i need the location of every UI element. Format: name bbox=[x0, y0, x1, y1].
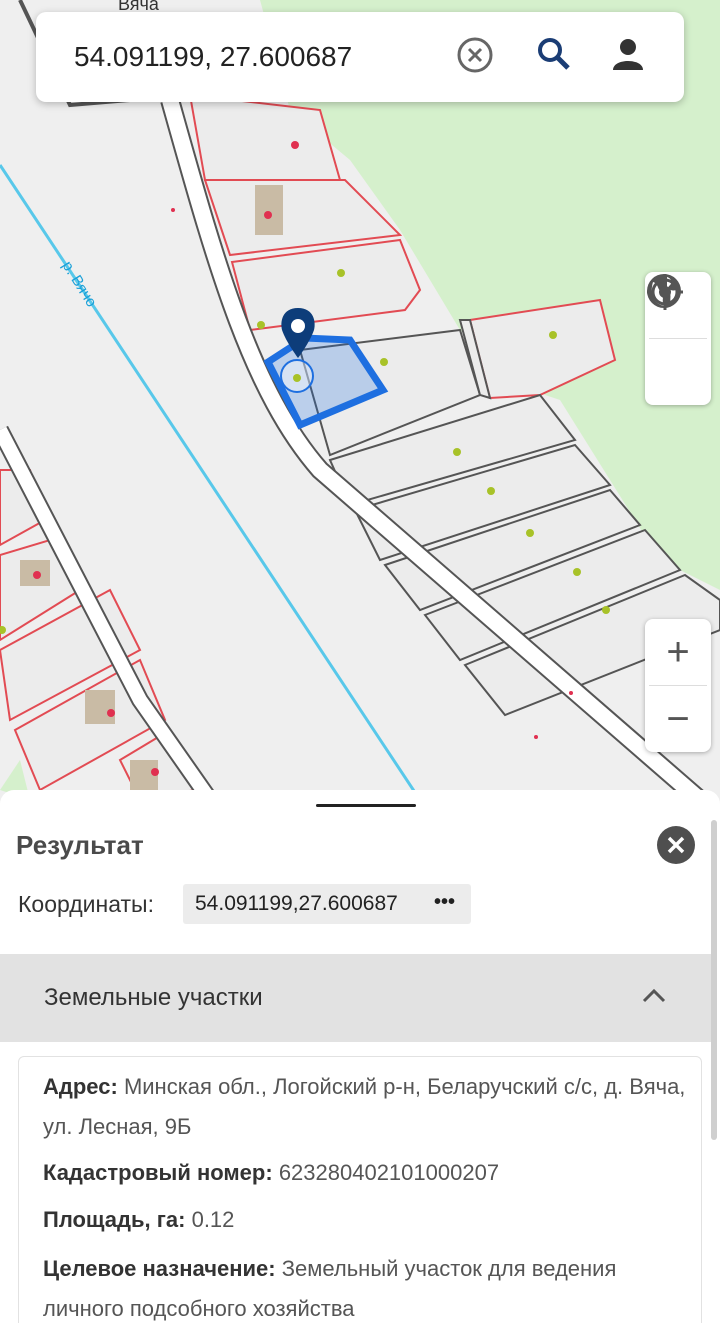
area-label: Площадь, га: bbox=[43, 1207, 186, 1232]
drag-handle[interactable] bbox=[316, 804, 416, 807]
coords-chip[interactable]: 54.091199,27.600687 ••• bbox=[183, 884, 471, 924]
scrollbar[interactable] bbox=[711, 820, 717, 1140]
area-row: Площадь, га: 0.12 bbox=[43, 1200, 693, 1240]
address-label: Адрес: bbox=[43, 1074, 118, 1099]
minus-icon: − bbox=[666, 697, 690, 741]
coords-value: 54.091199,27.600687 bbox=[195, 892, 398, 915]
address-value: Минская обл., Логойский р-н, Беларучский… bbox=[43, 1074, 686, 1139]
zoom-control: + − bbox=[645, 619, 711, 752]
address-row: Адрес: Минская обл., Логойский р-н, Бела… bbox=[43, 1067, 693, 1147]
search-input[interactable] bbox=[74, 12, 454, 102]
user-button[interactable] bbox=[610, 36, 652, 78]
map-view[interactable]: р. Вячо Вяча 54.091199, 27.600687 + − bbox=[0, 0, 720, 800]
search-bar bbox=[36, 12, 684, 102]
search-button[interactable] bbox=[536, 36, 578, 78]
purpose-row: Целевое назначение: Земельный участок дл… bbox=[43, 1249, 693, 1323]
close-result-button[interactable] bbox=[657, 826, 695, 864]
cadastral-row: Кадастровый номер: 623280402101000207 bbox=[43, 1153, 693, 1193]
map-tools-panel bbox=[645, 272, 711, 405]
user-icon bbox=[613, 39, 643, 70]
zoom-in-button[interactable]: + bbox=[645, 619, 711, 685]
plus-icon: + bbox=[666, 630, 690, 674]
close-circle-icon bbox=[457, 37, 493, 73]
area-value: 0.12 bbox=[191, 1207, 235, 1232]
clear-button[interactable] bbox=[456, 36, 498, 78]
zoom-out-button[interactable]: − bbox=[645, 686, 711, 752]
locate-button[interactable] bbox=[645, 274, 711, 405]
crosshair-icon bbox=[647, 274, 683, 310]
purpose-label: Целевое назначение: bbox=[43, 1256, 276, 1281]
result-panel: Результат Координаты: 54.091199,27.60068… bbox=[0, 790, 720, 1323]
chevron-up-icon bbox=[642, 988, 666, 1003]
map-canvas[interactable]: р. Вячо Вяча bbox=[0, 0, 720, 800]
result-title: Результат bbox=[16, 830, 144, 860]
cadastral-value: 623280402101000207 bbox=[278, 1160, 500, 1185]
coords-label: Координаты: bbox=[18, 891, 154, 917]
section-title: Земельные участки bbox=[44, 984, 263, 1011]
land-plots-section-header[interactable]: Земельные участки bbox=[0, 954, 712, 1042]
more-icon[interactable]: ••• bbox=[434, 891, 455, 914]
river-label: р. Вячо bbox=[59, 258, 100, 310]
land-plot-card: Адрес: Минская обл., Логойский р-н, Бела… bbox=[18, 1056, 702, 1323]
close-icon bbox=[667, 836, 685, 854]
search-icon bbox=[538, 38, 570, 70]
cadastral-label: Кадастровый номер: bbox=[43, 1160, 273, 1185]
